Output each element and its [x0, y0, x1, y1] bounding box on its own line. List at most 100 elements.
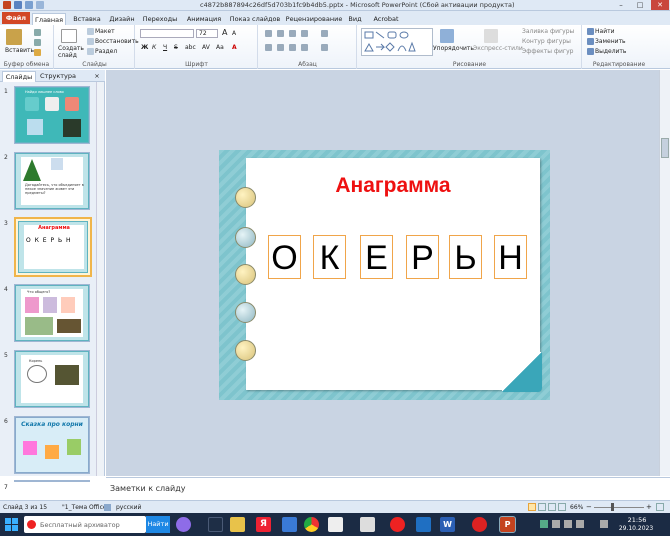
- slide-canvas[interactable]: Анаграмма О К Е Р Ь Н: [219, 150, 550, 400]
- anagram-letter[interactable]: Н: [494, 235, 527, 279]
- new-slide-button[interactable]: Создать слайд: [58, 45, 84, 59]
- tab-file[interactable]: Файл: [2, 12, 30, 24]
- anagram-letter[interactable]: К: [313, 235, 346, 279]
- zoom-out-button[interactable]: −: [586, 503, 592, 511]
- tab-slides-panel[interactable]: Слайды: [2, 71, 36, 82]
- align-center-icon[interactable]: [277, 44, 284, 51]
- minimize-button[interactable]: –: [612, 0, 630, 10]
- fit-slide-icon[interactable]: [656, 503, 664, 511]
- replace-button[interactable]: Заменить: [587, 38, 626, 46]
- underline-button[interactable]: Ч: [163, 44, 167, 52]
- strike-button[interactable]: S: [174, 44, 178, 52]
- copy-icon[interactable]: [34, 39, 41, 46]
- find-button[interactable]: Найти: [587, 28, 614, 36]
- tab-home[interactable]: Главная: [32, 13, 66, 25]
- slide-thumbnail-3[interactable]: Анаграмма О К Е Р Ь Н: [14, 217, 92, 277]
- slide-title[interactable]: Анаграмма: [246, 174, 540, 198]
- app-icon[interactable]: [282, 517, 297, 532]
- section-button[interactable]: Раздел: [87, 48, 117, 56]
- align-left-icon[interactable]: [265, 44, 272, 51]
- edge-icon[interactable]: [416, 517, 431, 532]
- maximize-button[interactable]: □: [631, 0, 649, 10]
- align-right-icon[interactable]: [289, 44, 296, 51]
- file-explorer-icon[interactable]: [230, 517, 245, 532]
- font-color-button[interactable]: A: [232, 44, 237, 52]
- normal-view-icon[interactable]: [528, 503, 536, 511]
- increase-indent-icon[interactable]: [301, 30, 308, 37]
- powerpoint-taskbar-icon[interactable]: P: [499, 516, 516, 533]
- notes-pane[interactable]: Заметки к слайду: [106, 477, 670, 500]
- arrange-button[interactable]: Упорядочить: [433, 45, 474, 53]
- task-view-icon[interactable]: [208, 517, 223, 532]
- quick-styles-button[interactable]: Экспресс-стили: [473, 45, 523, 53]
- reset-button[interactable]: Восстановить: [87, 38, 139, 46]
- tab-slideshow[interactable]: Показ слайдов: [229, 13, 281, 25]
- close-panel-button[interactable]: ×: [92, 71, 102, 82]
- bullets-icon[interactable]: [265, 30, 272, 37]
- app-icon[interactable]: [360, 517, 375, 532]
- justify-icon[interactable]: [301, 44, 308, 51]
- text-direction-icon[interactable]: [321, 30, 328, 37]
- slideshow-view-icon[interactable]: [558, 503, 566, 511]
- numbering-icon[interactable]: [277, 30, 284, 37]
- font-size-input[interactable]: 72: [196, 29, 218, 38]
- zoom-slider[interactable]: [594, 507, 644, 508]
- search-box[interactable]: Бесплатный архиватор: [24, 516, 146, 533]
- anagram-letter[interactable]: Е: [360, 235, 393, 279]
- scroll-thumb[interactable]: [661, 138, 669, 158]
- zoom-in-button[interactable]: +: [646, 503, 652, 511]
- select-button[interactable]: Выделить: [587, 48, 626, 56]
- tab-insert[interactable]: Вставка: [70, 13, 104, 25]
- anagram-letter[interactable]: Р: [406, 235, 439, 279]
- clock-time[interactable]: 21:56: [618, 516, 656, 524]
- sorter-view-icon[interactable]: [538, 503, 546, 511]
- reading-view-icon[interactable]: [548, 503, 556, 511]
- language[interactable]: русский: [116, 504, 141, 511]
- tab-design[interactable]: Дизайн: [107, 13, 137, 25]
- chrome-icon[interactable]: [304, 517, 319, 532]
- slide-thumbnail-1[interactable]: Найди лишнее слово: [14, 86, 90, 144]
- app-icon[interactable]: [328, 517, 343, 532]
- slide-thumbnail-7[interactable]: [14, 480, 90, 482]
- columns-icon[interactable]: [321, 44, 328, 51]
- italic-button[interactable]: К: [152, 44, 156, 52]
- tab-acrobat[interactable]: Acrobat: [370, 13, 402, 25]
- save-icon[interactable]: [14, 1, 22, 9]
- word-icon[interactable]: W: [440, 517, 455, 532]
- bold-button[interactable]: Ж: [141, 44, 148, 52]
- paste-button[interactable]: Вставить: [5, 47, 34, 55]
- font-name-input[interactable]: [140, 29, 194, 38]
- close-button[interactable]: ✕: [651, 0, 669, 10]
- slide-thumbnail-6[interactable]: Сказка про корни: [14, 416, 90, 474]
- tray-icon[interactable]: [552, 520, 560, 528]
- change-case-button[interactable]: Aa: [216, 44, 224, 52]
- keyboard-icon[interactable]: [600, 520, 608, 528]
- anagram-letter[interactable]: Ь: [449, 235, 482, 279]
- shapes-gallery[interactable]: [361, 28, 433, 56]
- tab-review[interactable]: Рецензирование: [284, 13, 344, 25]
- shadow-button[interactable]: abc: [185, 44, 196, 52]
- tab-view[interactable]: Вид: [346, 13, 364, 25]
- network-icon[interactable]: [564, 520, 572, 528]
- opera-icon[interactable]: [472, 517, 487, 532]
- start-button[interactable]: [4, 517, 19, 532]
- clock-date[interactable]: 29.10.2023: [614, 525, 658, 532]
- tab-animation[interactable]: Анимация: [183, 13, 225, 25]
- cut-icon[interactable]: [34, 29, 41, 36]
- tray-icon[interactable]: [540, 520, 548, 528]
- shape-fill-button[interactable]: Заливка фигуры: [522, 28, 574, 36]
- zoom-slider-thumb[interactable]: [611, 503, 614, 511]
- vertical-scrollbar[interactable]: [659, 70, 670, 476]
- slide-thumbnail-5[interactable]: Корень: [14, 350, 90, 408]
- grow-font-button[interactable]: A: [222, 29, 227, 37]
- tab-outline-panel[interactable]: Структура: [38, 71, 78, 82]
- spellcheck-icon[interactable]: [104, 504, 111, 511]
- slide-thumbnail-4[interactable]: Что общего?: [14, 284, 90, 342]
- char-spacing-button[interactable]: AV: [202, 44, 210, 52]
- anagram-letter[interactable]: О: [268, 235, 301, 279]
- slide-thumbnail-2[interactable]: Догадайтесь, что объединяет в некое знач…: [14, 152, 90, 210]
- search-button[interactable]: Найти: [146, 516, 170, 533]
- volume-icon[interactable]: [576, 520, 584, 528]
- yandex-browser-icon[interactable]: [390, 517, 405, 532]
- redo-icon[interactable]: [36, 1, 44, 9]
